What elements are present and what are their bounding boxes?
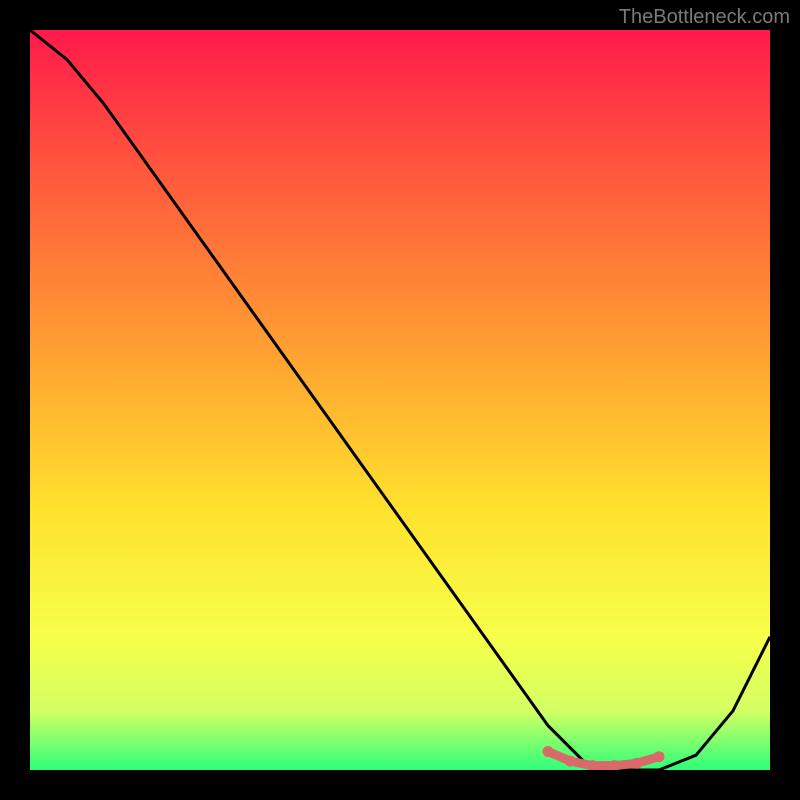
watermark-text: TheBottleneck.com: [619, 6, 790, 29]
plot-area: [30, 30, 770, 770]
optimal-range-highlight: [30, 30, 770, 770]
